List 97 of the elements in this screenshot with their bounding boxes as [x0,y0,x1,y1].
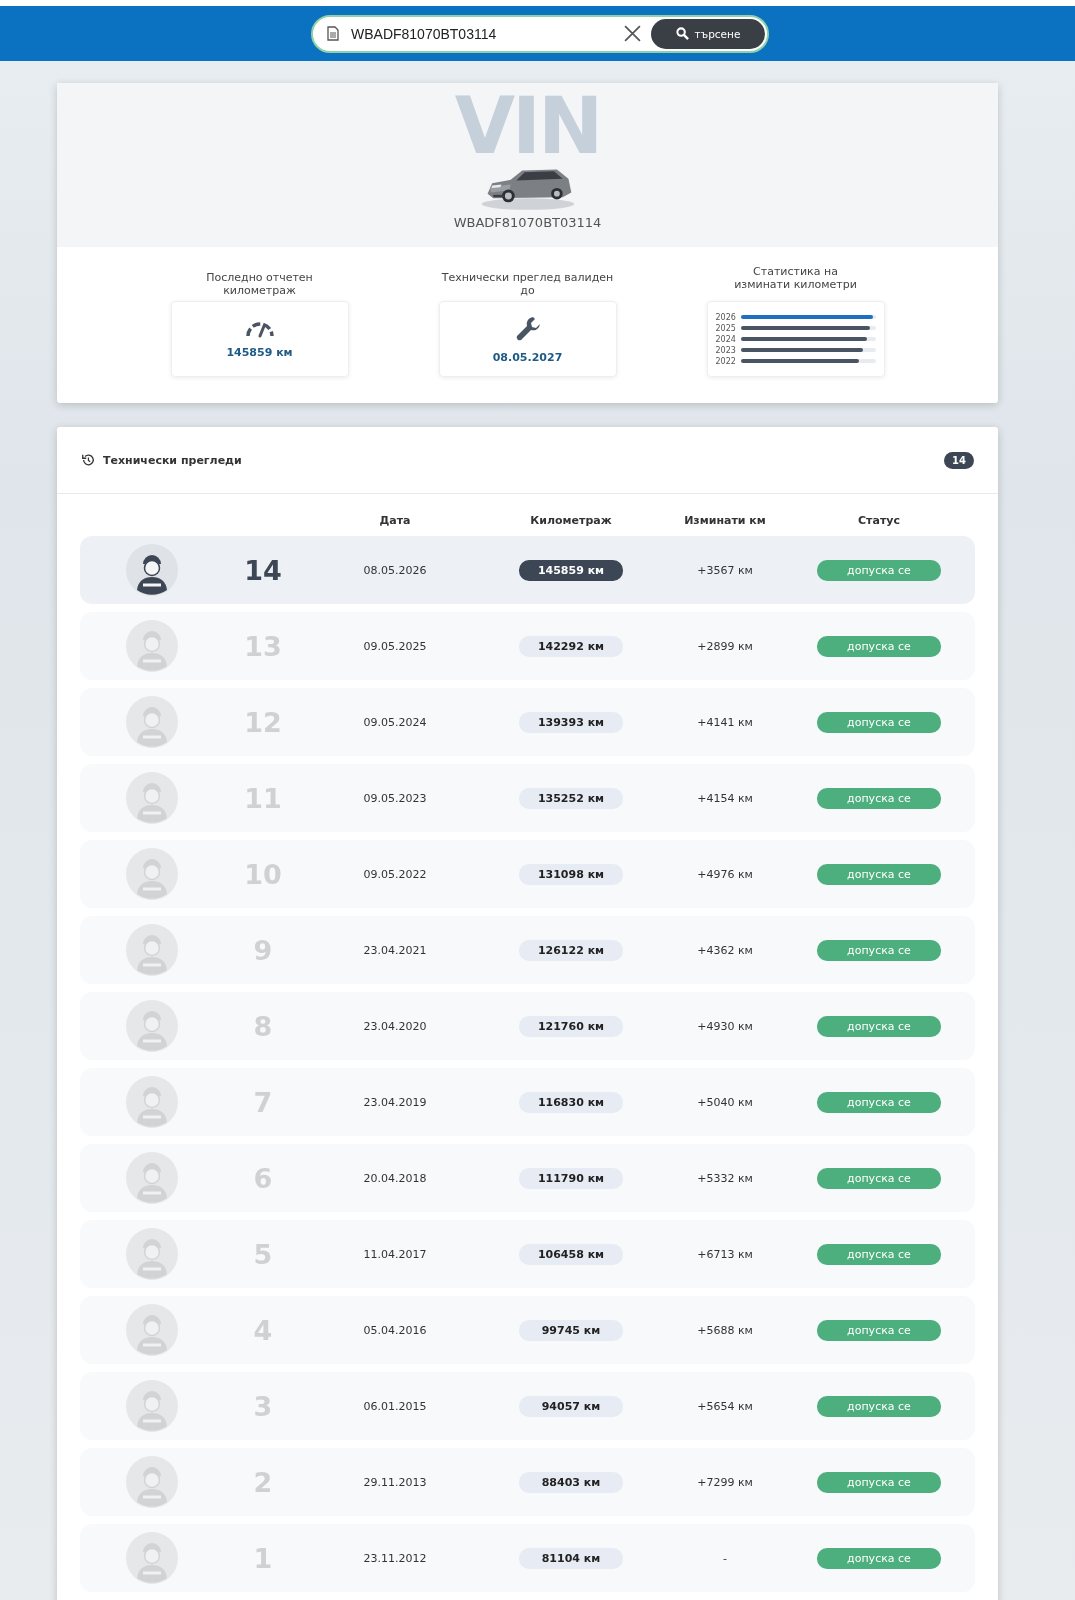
date-cell-text: 11.04.2017 [362,1247,428,1261]
status-pill: допуска се [817,1015,941,1037]
year-label: 2022 [715,356,737,366]
distance-cell-text: +6713 км [696,1247,754,1261]
mechanic-avatar-icon [126,1380,178,1432]
status-pill: допуска се [817,1319,941,1341]
date-cell-text: 09.05.2023 [362,791,428,805]
mileage-pill: 88403 км [519,1471,623,1493]
mileage-pill: 99745 км [519,1319,623,1341]
history-icon [81,453,95,467]
document-icon [327,26,339,41]
gauge-icon [244,319,275,338]
mechanic-avatar-icon [126,1532,178,1584]
mileage-pill: 135252 км [519,787,623,809]
column-header: Статус [857,513,901,527]
mileage-pill: 139393 км [519,711,623,733]
status-pill: допуска се [817,1243,941,1265]
mileage-pill: 142292 км [519,635,623,657]
status-pill: допуска се [817,939,941,961]
inspection-number: 14 [243,554,283,586]
close-icon[interactable] [624,25,641,42]
status-pill: допуска се [817,1395,941,1417]
inspection-row[interactable]: 14 08.05.2026 145859 км +3567 км допуска се [80,536,975,604]
status-pill: допуска се [817,1167,941,1189]
status-pill: допуска се [817,635,941,657]
mechanic-avatar-icon [126,1456,178,1508]
distance-cell-text: +5654 км [696,1399,754,1413]
date-cell-text: 09.05.2022 [362,867,428,881]
date-cell-text: 29.11.2013 [362,1475,428,1489]
vin-number: WBADF81070BT03114 [453,215,602,230]
mileage-pill: 126122 км [519,939,623,961]
date-cell-text: 09.05.2024 [362,715,428,729]
status-pill: допуска се [817,559,941,581]
date-cell-text: 08.05.2026 [362,563,428,577]
date-cell-text: 09.05.2025 [362,639,428,653]
mechanic-avatar-icon [126,696,178,748]
date-cell-text: 05.04.2016 [362,1323,428,1337]
date-cell-text: 06.01.2015 [362,1399,428,1413]
mechanic-avatar-icon [126,1076,178,1128]
year-label: 2023 [715,345,737,355]
summary-value: 145859 км [226,345,293,359]
status-pill: допуска се [817,1091,941,1113]
year-label: 2026 [715,312,737,322]
mechanic-avatar-icon [126,1152,178,1204]
column-header: Изминати км [683,513,767,527]
mileage-pill: 81104 км [519,1547,623,1569]
search-button[interactable]: търсене [651,18,765,49]
mileage-pill: 116830 км [519,1091,623,1113]
mileage-pill: 131098 км [519,863,623,885]
distance-cell-text: +5688 км [696,1323,754,1337]
distance-cell-text: +4976 км [696,867,754,881]
summary-label: Последно отчетен километраж [205,271,314,299]
search-field[interactable]: WBADF81070BT03114 търсене [311,14,769,53]
date-cell-text: 23.04.2020 [362,1019,428,1033]
year-label: 2025 [715,323,737,333]
distance-cell-text: +5332 км [696,1171,754,1185]
status-pill: допуска се [817,711,941,733]
date-cell-text: 20.04.2018 [362,1171,428,1185]
mechanic-avatar-icon [126,848,178,900]
status-pill: допуска се [817,863,941,885]
summary-label: Статистика на изминати километри [733,265,858,293]
distance-cell-text: +3567 км [696,563,754,577]
mileage-stats-chart[interactable]: 2026 2025 2024 2023 2022 [706,301,885,377]
summary-label: Технически преглед валиден до [440,271,615,299]
mechanic-avatar-icon [126,544,178,596]
date-cell-text: 23.04.2021 [362,943,428,957]
column-header: Дата [378,513,412,527]
status-pill: допуска се [817,1547,941,1569]
mechanic-avatar-icon [126,1304,178,1356]
column-header: Километраж [529,513,613,527]
mileage-pill: 111790 км [519,1167,623,1189]
date-cell-text: 23.04.2019 [362,1095,428,1109]
mileage-pill: 106458 км [519,1243,623,1265]
date-cell-text: 23.11.2012 [362,1551,428,1565]
mileage-pill: 121760 км [519,1015,623,1037]
status-pill: допуска се [817,1471,941,1493]
distance-cell-text: - [722,1551,728,1565]
mileage-pill: 94057 км [519,1395,623,1417]
search-icon [675,27,689,40]
mechanic-avatar-icon [126,924,178,976]
mechanic-avatar-icon [126,620,178,672]
distance-cell-text: +4362 км [696,943,754,957]
mechanic-avatar-icon [126,1228,178,1280]
summary-value: 08.05.2027 [492,350,563,364]
count-badge: 14 [944,451,974,469]
status-pill: допуска се [817,787,941,809]
distance-cell-text: +2899 км [696,639,754,653]
distance-cell-text: +5040 км [696,1095,754,1109]
mileage-pill: 145859 км [519,559,623,581]
distance-cell-text: +4930 км [696,1019,754,1033]
section-title: Технически прегледи [103,453,243,467]
mechanic-avatar-icon [126,1000,178,1052]
distance-cell-text: +4141 км [696,715,754,729]
distance-cell-text: +4154 км [696,791,754,805]
mechanic-avatar-icon [126,772,178,824]
year-label: 2024 [715,334,737,344]
distance-cell-text: +7299 км [696,1475,754,1489]
